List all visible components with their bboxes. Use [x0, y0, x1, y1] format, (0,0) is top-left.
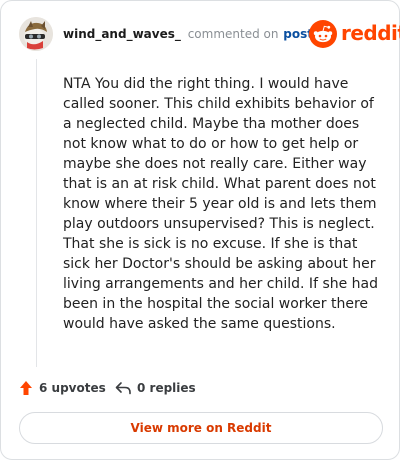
comment-meta: wind_and_waves_ commented on post	[63, 27, 313, 41]
comment-header: wind_and_waves_ commented on post reddit	[19, 15, 400, 55]
reddit-brand[interactable]: reddit	[309, 20, 400, 48]
user-avatar[interactable]	[19, 17, 53, 51]
reddit-wordmark: reddit	[341, 21, 400, 45]
view-more-button[interactable]: View more on Reddit	[19, 412, 383, 444]
upvote-count: 6 upvotes	[39, 381, 106, 395]
thread-line	[36, 59, 37, 367]
comment-actions: 6 upvotes 0 replies	[19, 377, 379, 399]
upvote-arrow-icon	[20, 381, 32, 395]
reply-count: 0 replies	[137, 381, 196, 395]
upvote-button[interactable]: 6 upvotes	[19, 377, 106, 399]
embedded-comment-card: wind_and_waves_ commented on post reddit…	[0, 0, 400, 460]
reply-button[interactable]: 0 replies	[115, 377, 196, 399]
commented-on-text: commented on	[187, 27, 279, 41]
reply-arrow-icon	[115, 382, 131, 395]
comment-body: NTA You did the right thing. I would hav…	[63, 76, 379, 332]
snoo-avatar-icon	[19, 17, 53, 51]
reddit-logo-icon	[309, 20, 337, 48]
username-link[interactable]: wind_and_waves_	[63, 27, 181, 41]
